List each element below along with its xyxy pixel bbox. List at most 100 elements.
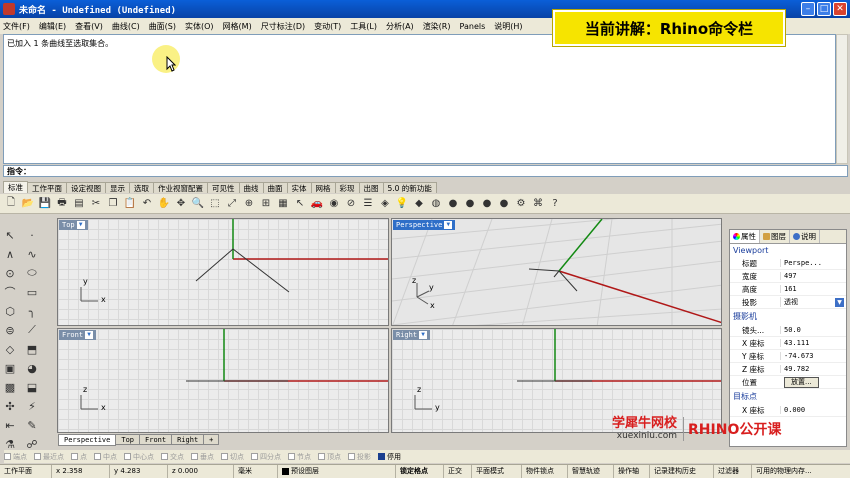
layers-icon[interactable]: ◈	[378, 197, 392, 211]
transform-icon[interactable]: ✣	[3, 399, 17, 413]
chevron-down-icon[interactable]: ▼	[444, 221, 453, 229]
osnap-project[interactable]: 投影	[348, 452, 371, 462]
shaded-sphere-icon[interactable]: ●	[463, 197, 477, 211]
four-viewports-icon[interactable]: ⊞	[259, 197, 273, 211]
viewport-tab-right[interactable]: Right	[171, 434, 205, 445]
save-icon[interactable]: 💾	[38, 197, 52, 211]
paste-icon[interactable]: 📋	[123, 197, 137, 211]
options-icon[interactable]: ⚙	[514, 197, 528, 211]
chevron-down-icon[interactable]: ▼	[85, 331, 94, 339]
checkbox[interactable]	[124, 453, 131, 460]
polyline-icon[interactable]: ∧	[3, 247, 17, 261]
boolean-icon[interactable]: ⬓	[25, 380, 39, 394]
panel-tab-layers[interactable]: 图层	[760, 230, 790, 243]
menu-solid[interactable]: 实体(O)	[185, 21, 214, 32]
tab-mesh[interactable]: 网格	[310, 182, 336, 193]
command-icon[interactable]: ⌘	[531, 197, 545, 211]
property-value[interactable]: 43.111	[780, 339, 846, 347]
surface-icon[interactable]: ◇	[3, 342, 17, 356]
select-icon[interactable]: ↖	[293, 197, 307, 211]
zoom-window-icon[interactable]: ⬚	[208, 197, 222, 211]
checkbox[interactable]	[161, 453, 168, 460]
osnap-knot[interactable]: 节点	[288, 452, 311, 462]
properties-icon[interactable]: ☰	[361, 197, 375, 211]
viewport-right-title[interactable]: Right ▼	[393, 330, 431, 340]
add-viewport-tab-button[interactable]: +	[203, 434, 220, 445]
checkbox[interactable]	[94, 453, 101, 460]
osnap-intersection[interactable]: 交点	[161, 452, 184, 462]
panel-tab-help[interactable]: 说明	[790, 230, 820, 243]
menu-mesh[interactable]: 网格(M)	[223, 21, 252, 32]
property-value[interactable]: -74.673	[780, 352, 846, 360]
ellipse-icon[interactable]: ⬭	[25, 266, 39, 280]
checkbox[interactable]	[348, 453, 355, 460]
osnap-button[interactable]: 物件锁点	[522, 465, 568, 478]
curve-icon[interactable]: ∿	[25, 247, 39, 261]
menu-render[interactable]: 渲染(R)	[423, 21, 451, 32]
tab-new-in-v5[interactable]: 5.0 的新功能	[382, 182, 437, 193]
new-file-icon[interactable]: 🗋	[4, 197, 18, 211]
menu-transform[interactable]: 变动(T)	[314, 21, 341, 32]
checkbox[interactable]	[318, 453, 325, 460]
chevron-down-icon[interactable]: ▼	[419, 331, 428, 339]
rectangle-icon[interactable]: ▭	[25, 285, 39, 299]
tab-render[interactable]: 彩现	[334, 182, 360, 193]
minimize-button[interactable]: –	[801, 2, 815, 16]
osnap-mid[interactable]: 中点	[94, 452, 117, 462]
light-icon[interactable]: 💡	[395, 197, 409, 211]
viewport-front[interactable]: Front ▼ z x	[57, 328, 389, 433]
ortho-button[interactable]: 正交	[444, 465, 472, 478]
help-icon[interactable]: ?	[548, 197, 562, 211]
record-history-button[interactable]: 记录建构历史	[650, 465, 714, 478]
tab-drafting[interactable]: 出图	[358, 182, 384, 193]
chevron-down-icon[interactable]: ▼	[76, 221, 85, 229]
osnap-point[interactable]: 点	[71, 452, 87, 462]
checkbox[interactable]	[221, 453, 228, 460]
smarttrack-button[interactable]: 智慧轨迹	[568, 465, 614, 478]
select-arrow-icon[interactable]: ↖	[3, 228, 17, 242]
extrude-icon[interactable]: ⬒	[25, 342, 39, 356]
menu-tools[interactable]: 工具(L)	[350, 21, 377, 32]
osnap-near[interactable]: 最近点	[34, 452, 64, 462]
osnap-perpendicular[interactable]: 垂点	[191, 452, 214, 462]
rotate-view-icon[interactable]: ✥	[174, 197, 188, 211]
tab-cplanes[interactable]: 工作平面	[27, 182, 67, 193]
rendered-sphere-icon[interactable]: ●	[480, 197, 494, 211]
zoom-selected-icon[interactable]: ⊕	[242, 197, 256, 211]
checkbox[interactable]	[288, 453, 295, 460]
viewport-tab-top[interactable]: Top	[115, 434, 141, 445]
tab-viewport-layout[interactable]: 作业视窗配置	[153, 182, 208, 193]
undo-icon[interactable]: ↶	[140, 197, 154, 211]
sphere-icon[interactable]: ◕	[25, 361, 39, 375]
checkbox[interactable]	[71, 453, 78, 460]
menu-edit[interactable]: 编辑(E)	[39, 21, 66, 32]
menu-curve[interactable]: 曲线(C)	[112, 21, 140, 32]
viewport-top[interactable]: Top ▼ y x	[57, 218, 389, 326]
gumball-button[interactable]: 操作轴	[614, 465, 650, 478]
copy-icon[interactable]: ❐	[106, 197, 120, 211]
viewport-perspective-title[interactable]: Perspective ▼	[393, 220, 456, 230]
command-line[interactable]: 指令：	[3, 165, 848, 177]
menu-surface[interactable]: 曲面(S)	[149, 21, 176, 32]
property-value[interactable]: Perspe...	[780, 259, 846, 267]
checkbox[interactable]	[251, 453, 258, 460]
property-value[interactable]: 497	[780, 272, 846, 280]
zoom-icon[interactable]: 🔍	[191, 197, 205, 211]
circle-icon[interactable]: ⊙	[3, 266, 17, 280]
menu-view[interactable]: 查看(V)	[75, 21, 103, 32]
osnap-end[interactable]: 端点	[4, 452, 27, 462]
checkbox[interactable]	[4, 453, 11, 460]
osnap-center[interactable]: 中心点	[124, 452, 154, 462]
tab-solid[interactable]: 实体	[286, 182, 312, 193]
tab-set-view[interactable]: 设定视图	[66, 182, 106, 193]
analyze-icon[interactable]: ⚗	[3, 437, 17, 451]
cplane-icon[interactable]: ▦	[276, 197, 290, 211]
property-value[interactable]: 50.0	[780, 326, 846, 334]
viewport-tab-perspective[interactable]: Perspective	[58, 434, 117, 446]
viewport-tab-front[interactable]: Front	[139, 434, 173, 445]
place-camera-button[interactable]: 放置...	[784, 376, 819, 388]
fillet-icon[interactable]: ╮	[25, 304, 39, 318]
menu-file[interactable]: 文件(F)	[3, 21, 30, 32]
mesh-icon[interactable]: ▩	[3, 380, 17, 394]
blue-sphere-icon[interactable]: ●	[497, 197, 511, 211]
